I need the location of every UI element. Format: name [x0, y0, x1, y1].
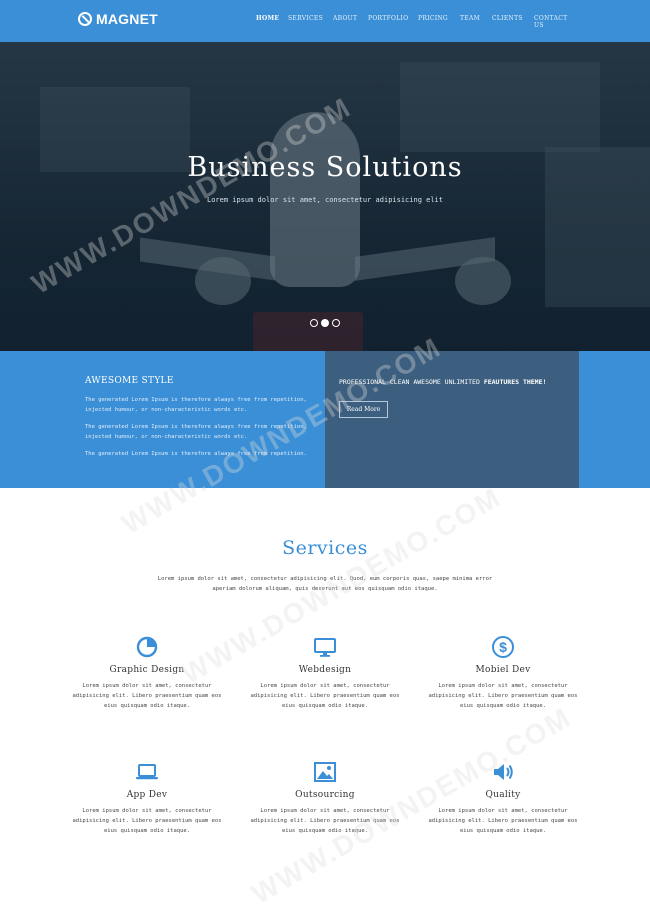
service-text: Lorem ipsum dolor sit amet, consectetur …: [250, 808, 400, 834]
main-nav: HOME SERVICES ABOUT PORTFOLIO PRICING TE…: [256, 15, 579, 29]
svg-text:$: $: [499, 639, 507, 655]
monitor-icon: [314, 638, 336, 657]
dollar-icon: $: [492, 636, 514, 658]
service-name: Outsourcing: [295, 790, 355, 800]
awesome-style-title: AWESOME STYLE: [85, 376, 174, 386]
service-mobiel-dev[interactable]: $ Mobiel Dev Lorem ipsum dolor sit amet,…: [423, 635, 583, 711]
service-name: Graphic Design: [109, 665, 185, 675]
service-name: Quality: [485, 790, 521, 800]
nav-pricing[interactable]: PRICING: [418, 15, 460, 29]
service-text: Lorem ipsum dolor sit amet, consectetur …: [72, 808, 222, 834]
band-edge: [579, 351, 650, 488]
nav-about[interactable]: ABOUT: [333, 15, 368, 29]
awesome-paragraph-3: The generated Lorem Ipsum is therefore a…: [85, 451, 307, 457]
pie-chart-icon: [136, 636, 158, 658]
service-app-dev[interactable]: App Dev Lorem ipsum dolor sit amet, cons…: [67, 760, 227, 836]
nav-team[interactable]: TEAM: [460, 15, 492, 29]
service-name: App Dev: [126, 790, 168, 800]
read-more-button[interactable]: Read More: [339, 401, 388, 418]
promo-text: PROFESSIONAL CLEAN AWESOME UNLIMITED FEA…: [339, 378, 546, 386]
awesome-paragraph-2: The generated Lorem Ipsum is therefore a…: [85, 424, 307, 440]
hero-slider: Business Solutions Lorem ipsum dolor sit…: [0, 42, 650, 351]
service-outsourcing[interactable]: Outsourcing Lorem ipsum dolor sit amet, …: [245, 760, 405, 836]
slider-dots: [310, 319, 340, 327]
logo-icon: [78, 12, 92, 26]
logo-text: MAGNET: [96, 11, 158, 27]
service-webdesign[interactable]: Webdesign Lorem ipsum dolor sit amet, co…: [245, 635, 405, 711]
service-text: Lorem ipsum dolor sit amet, consectetur …: [428, 808, 578, 834]
volume-icon: [494, 764, 513, 780]
awesome-paragraph-1: The generated Lorem Ipsum is therefore a…: [85, 397, 307, 413]
promo-text-bold: FEAUTURES THEME!: [483, 378, 547, 386]
promo-panel: [325, 351, 579, 488]
nav-clients[interactable]: CLIENTS: [492, 15, 534, 29]
nav-services[interactable]: SERVICES: [288, 15, 333, 29]
slider-dot-1[interactable]: [310, 319, 318, 327]
service-text: Lorem ipsum dolor sit amet, consectetur …: [250, 683, 400, 709]
slider-dot-2[interactable]: [321, 319, 329, 327]
nav-contact[interactable]: CONTACT US: [534, 15, 579, 29]
service-name: Mobiel Dev: [475, 665, 531, 675]
site-header: MAGNET HOME SERVICES ABOUT PORTFOLIO PRI…: [0, 0, 650, 42]
logo[interactable]: MAGNET: [78, 11, 158, 27]
nav-home[interactable]: HOME: [256, 15, 288, 29]
image-icon: [314, 762, 336, 782]
service-text: Lorem ipsum dolor sit amet, consectetur …: [72, 683, 222, 709]
service-graphic-design[interactable]: Graphic Design Lorem ipsum dolor sit ame…: [67, 635, 227, 711]
nav-portfolio[interactable]: PORTFOLIO: [368, 15, 418, 29]
hero-subtitle: Lorem ipsum dolor sit amet, consectetur …: [206, 196, 443, 204]
service-name: Webdesign: [298, 665, 352, 675]
services-title: Services: [282, 537, 368, 559]
laptop-icon: [136, 764, 158, 780]
promo-text-regular: PROFESSIONAL CLEAN AWESOME UNLIMITED: [339, 378, 480, 386]
awesome-style-panel: [0, 351, 325, 488]
hero-title: Business Solutions: [187, 152, 463, 183]
service-text: Lorem ipsum dolor sit amet, consectetur …: [428, 683, 578, 709]
services-description: Lorem ipsum dolor sit amet, consectetur …: [157, 576, 493, 592]
slider-dot-3[interactable]: [332, 319, 340, 327]
service-quality[interactable]: Quality Lorem ipsum dolor sit amet, cons…: [423, 760, 583, 836]
